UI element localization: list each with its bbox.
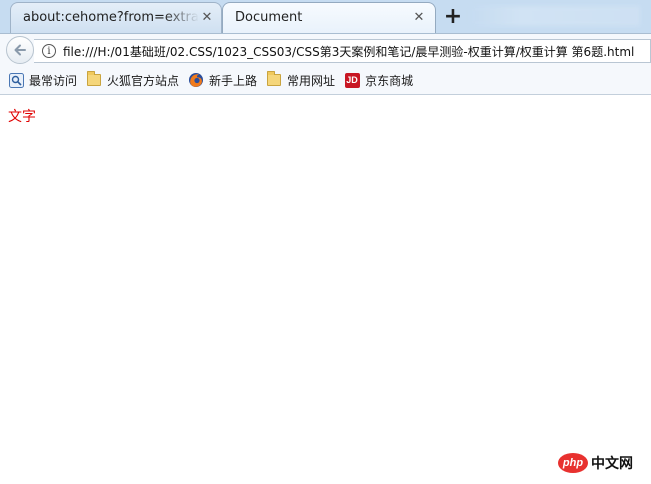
tab-close-icon[interactable]: ✕ [199, 10, 215, 26]
folder-icon [86, 71, 102, 88]
info-icon[interactable]: i [42, 44, 56, 58]
bookmark-label: 常用网址 [287, 73, 336, 88]
php-watermark: php 中文网 [558, 453, 633, 473]
tab-close-icon[interactable]: ✕ [411, 10, 427, 26]
bookmark-jd-mall[interactable]: JD 京东商城 [344, 72, 413, 89]
tab-title: Document [235, 10, 303, 25]
tabstrip-decoration [470, 6, 640, 26]
address-bar[interactable]: i file:///H:/01基础班/02.CSS/1023_CSS03/CSS… [34, 39, 651, 63]
navigation-bar: i file:///H:/01基础班/02.CSS/1023_CSS03/CSS… [0, 33, 651, 66]
page-content: 文字 php 中文网 [0, 96, 651, 484]
folder-icon [266, 71, 282, 88]
back-arrow-icon [14, 44, 26, 56]
php-logo-icon: php [558, 453, 588, 473]
url-text[interactable]: file:///H:/01基础班/02.CSS/1023_CSS03/CSS第3… [63, 43, 634, 60]
watermark-text: 中文网 [591, 456, 633, 472]
tab-strip: about:cehome?from=extra_start ✕ Document… [0, 0, 651, 33]
new-tab-button[interactable]: + [442, 6, 464, 28]
bookmark-label: 最常访问 [29, 73, 78, 88]
bookmark-getting-started[interactable]: 新手上路 [188, 72, 257, 89]
tab-document[interactable]: Document ✕ [222, 2, 436, 33]
bookmark-label: 火狐官方站点 [107, 73, 180, 88]
page-text: 文字 [8, 109, 36, 125]
bookmark-label: 京东商城 [365, 73, 414, 88]
bookmark-label: 新手上路 [209, 73, 258, 88]
firefox-icon [188, 72, 204, 88]
tab-title: about:cehome?from=extra_start [23, 10, 199, 25]
back-button[interactable] [6, 36, 34, 64]
jd-icon: JD [344, 72, 360, 88]
tab-about-cehome[interactable]: about:cehome?from=extra_start ✕ [10, 2, 222, 33]
bookmark-firefox-official[interactable]: 火狐官方站点 [86, 71, 180, 89]
most-visited-icon [8, 72, 24, 88]
bookmarks-toolbar: 最常访问 火狐官方站点 新手上路 常用网址 JD 京东商城 [0, 66, 651, 95]
bookmark-common-sites[interactable]: 常用网址 [266, 71, 336, 89]
bookmark-most-visited[interactable]: 最常访问 [8, 72, 77, 89]
